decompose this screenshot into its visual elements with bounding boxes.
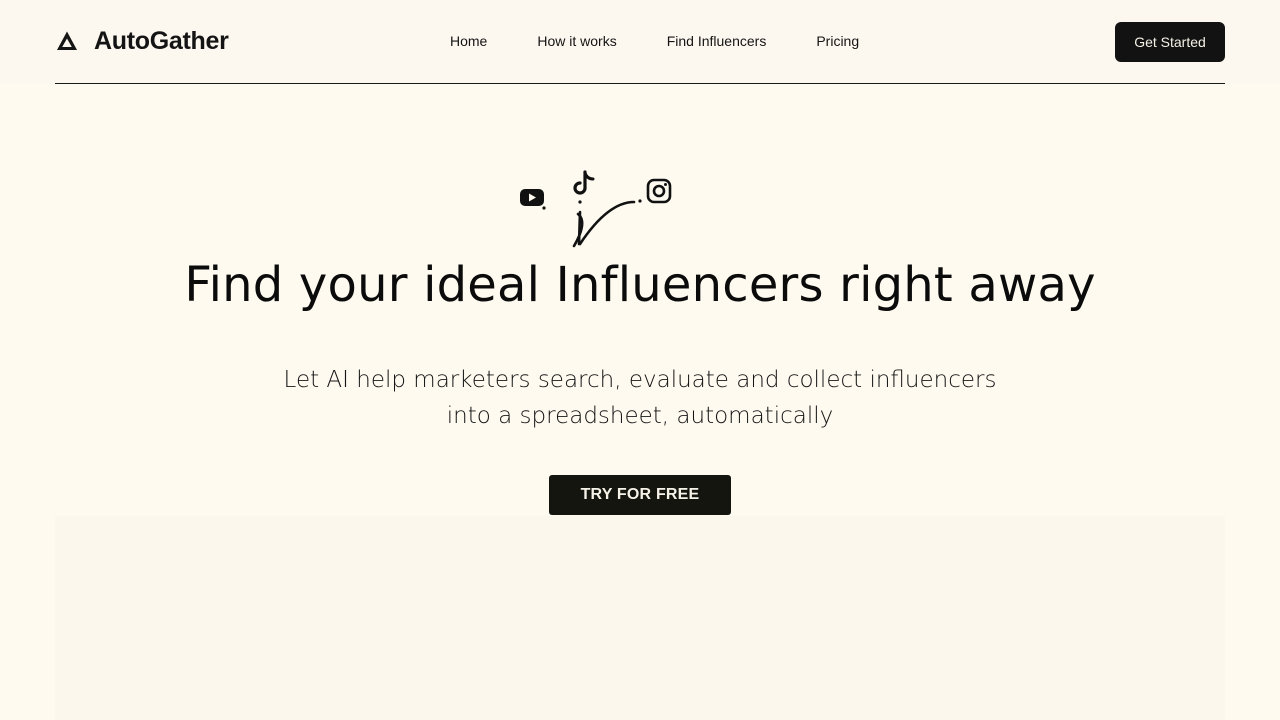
main-nav: Home How it works Find Influencers Prici…: [450, 30, 859, 52]
instagram-icon: [646, 178, 672, 204]
site-header: AutoGather Home How it works Find Influe…: [0, 0, 1280, 84]
try-for-free-button[interactable]: TRY FOR FREE: [549, 475, 731, 515]
product-preview-panel: [55, 516, 1225, 720]
hero-subheadline: Let AI help marketers search, evaluate a…: [283, 367, 997, 429]
brand-logo-icon: [57, 31, 77, 50]
nav-item-how-it-works[interactable]: How it works: [537, 33, 616, 49]
tiktok-icon: [573, 170, 595, 195]
youtube-icon: [520, 189, 544, 206]
nav-item-find-influencers[interactable]: Find Influencers: [667, 33, 767, 49]
header-bar: AutoGather Home How it works Find Influe…: [55, 0, 1225, 84]
connector-lines: [572, 200, 636, 248]
nav-item-pricing[interactable]: Pricing: [816, 33, 859, 49]
nav-item-home[interactable]: Home: [450, 33, 487, 49]
social-platforms-illustration: [520, 170, 672, 248]
connector-dots: [542, 199, 642, 210]
brand-name: AutoGather: [94, 26, 229, 55]
hero-headline: Find your ideal Influencers right away: [184, 257, 1096, 313]
brand-logo-link[interactable]: AutoGather: [55, 25, 229, 57]
get-started-button[interactable]: Get Started: [1115, 22, 1225, 62]
